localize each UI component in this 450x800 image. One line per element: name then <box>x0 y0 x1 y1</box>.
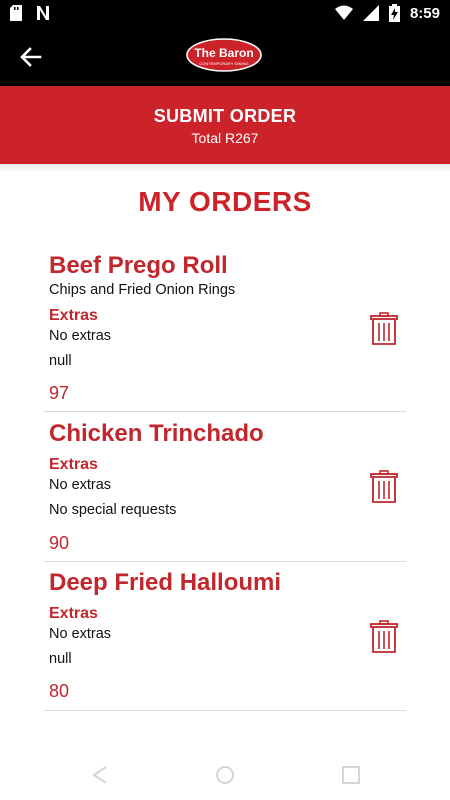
arrow-left-icon <box>20 47 42 67</box>
extras-label: Extras <box>49 605 98 622</box>
home-circle-icon[interactable] <box>213 764 237 786</box>
page-title: MY ORDERS <box>138 186 312 217</box>
extras-label: Extras <box>49 307 98 324</box>
order-item-note: null <box>49 651 72 667</box>
back-triangle-icon[interactable] <box>88 764 112 786</box>
logo-text: The Baron <box>194 46 253 60</box>
order-total: Total R267 <box>191 130 259 146</box>
order-item-note: No special requests <box>49 502 177 518</box>
cellular-signal-icon <box>362 5 379 21</box>
order-item-name: Deep Fried Halloumi <box>49 569 282 596</box>
submit-order-label: SUBMIT ORDER <box>153 106 297 126</box>
order-item: Deep Fried Halloumi Extras No extras nul… <box>44 562 406 711</box>
the-baron-logo: The Baron CONTEMPORARY DINING <box>186 38 262 72</box>
wifi-icon <box>334 5 353 20</box>
extras-value: No extras <box>49 477 112 493</box>
order-item-side: Chips and Fried Onion Rings <box>49 282 236 298</box>
battery-charging-icon <box>388 4 400 22</box>
order-item-price: 97 <box>49 383 70 403</box>
delete-icon[interactable] <box>370 470 398 504</box>
back-button[interactable] <box>16 42 46 72</box>
order-item: Chicken Trinchado Extras No extras No sp… <box>44 412 406 562</box>
delete-icon[interactable] <box>370 312 398 346</box>
delete-icon[interactable] <box>370 620 398 654</box>
logo-subtext: CONTEMPORARY DINING <box>199 61 248 66</box>
order-item: Beef Prego Roll Chips and Fried Onion Ri… <box>44 246 406 412</box>
n-notification-icon <box>37 6 49 20</box>
extras-value: No extras <box>49 626 112 642</box>
order-item-name: Chicken Trinchado <box>49 420 264 447</box>
order-item-price: 80 <box>49 681 70 701</box>
system-nav-bar <box>0 750 450 800</box>
header-shadow <box>0 164 450 172</box>
status-bar: 8:59 <box>0 0 450 26</box>
toolbar: The Baron CONTEMPORARY DINING <box>0 26 450 86</box>
order-item-note: null <box>49 353 72 369</box>
status-time: 8:59 <box>409 4 440 22</box>
extras-value: No extras <box>49 328 112 344</box>
extras-label: Extras <box>49 456 98 473</box>
submit-order-button[interactable]: SUBMIT ORDER Total R267 <box>0 86 450 164</box>
recents-square-icon[interactable] <box>339 764 363 786</box>
sd-card-icon <box>10 5 22 21</box>
order-item-price: 90 <box>49 533 70 553</box>
order-item-name: Beef Prego Roll <box>49 252 228 279</box>
